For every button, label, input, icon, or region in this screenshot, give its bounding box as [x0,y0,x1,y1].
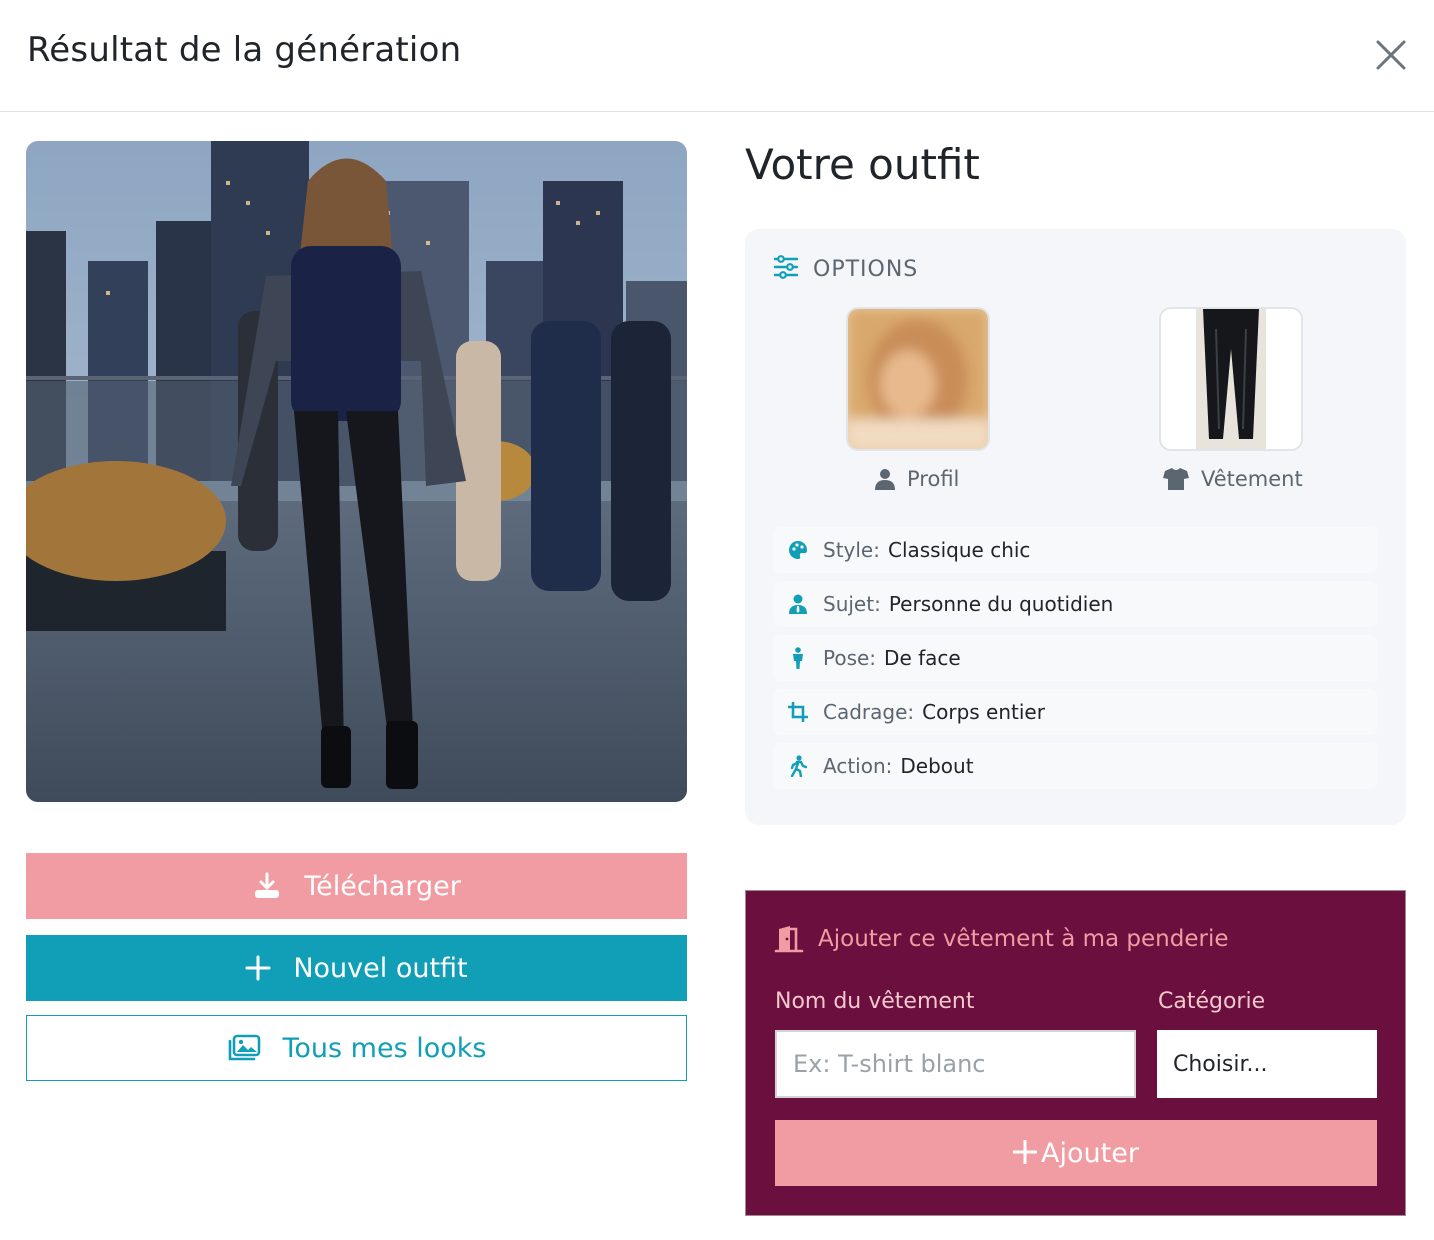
garment-name-input[interactable] [775,1030,1136,1098]
plus-icon [245,955,271,981]
garment-thumbnail[interactable] [1159,307,1303,451]
generated-image [26,141,687,802]
outfit-title: Votre outfit [745,140,980,189]
garment-caption: Vêtement [1163,467,1303,491]
option-style-value: Classique chic [887,538,1031,562]
door-icon [774,925,804,953]
option-subject-key: Sujet: [823,592,881,616]
category-select[interactable]: Choisir... [1157,1030,1377,1098]
download-icon [252,871,282,901]
crop-icon [787,701,809,723]
profile-caption: Profil [875,467,959,491]
modal-header: Résultat de la génération [0,0,1434,112]
category-label: Catégorie [1158,989,1266,1014]
all-looks-button[interactable]: Tous mes looks [26,1015,687,1081]
person-icon [787,647,809,669]
option-style: Style: Classique chic [773,527,1377,573]
profile-caption-text: Profil [907,467,960,491]
options-header: OPTIONS [773,255,918,283]
modal-title: Résultat de la génération [27,30,462,70]
option-pose-key: Pose: [823,646,877,670]
option-framing-key: Cadrage: [823,700,915,724]
new-outfit-label: Nouvel outfit [293,952,468,984]
options-card: OPTIONS Profil Vêtement Style: Classique… [745,229,1406,825]
user-tie-icon [787,593,809,615]
add-button[interactable]: Ajouter [775,1120,1377,1186]
sliders-icon [773,255,799,283]
option-action-value: Debout [900,754,974,778]
options-label: OPTIONS [813,256,919,282]
option-framing-value: Corps entier [922,700,1045,724]
user-icon [875,468,895,490]
walking-icon [787,755,809,777]
wardrobe-title-text: Ajouter ce vêtement à ma penderie [818,926,1229,952]
download-button[interactable]: Télécharger [26,853,687,919]
all-looks-label: Tous mes looks [282,1032,487,1064]
profile-thumbnail[interactable] [846,307,990,451]
new-outfit-button[interactable]: Nouvel outfit [26,935,687,1001]
add-label: Ajouter [1041,1137,1139,1169]
option-pose: Pose: De face [773,635,1377,681]
garment-name-label: Nom du vêtement [775,989,975,1014]
option-framing: Cadrage: Corps entier [773,689,1377,735]
palette-icon [787,539,809,561]
option-subject-value: Personne du quotidien [888,592,1114,616]
option-pose-value: De face [884,646,961,670]
option-action-key: Action: [823,754,893,778]
download-label: Télécharger [304,870,461,902]
option-action: Action: Debout [773,743,1377,789]
close-icon[interactable] [1372,36,1410,74]
wardrobe-panel: Ajouter ce vêtement à ma penderie Nom du… [745,890,1406,1216]
images-icon [227,1034,261,1062]
wardrobe-title: Ajouter ce vêtement à ma penderie [774,925,1229,953]
shirt-icon [1163,468,1189,490]
option-subject: Sujet: Personne du quotidien [773,581,1377,627]
garment-caption-text: Vêtement [1201,467,1303,491]
option-style-key: Style: [823,538,880,562]
plus-icon [1012,1134,1038,1172]
